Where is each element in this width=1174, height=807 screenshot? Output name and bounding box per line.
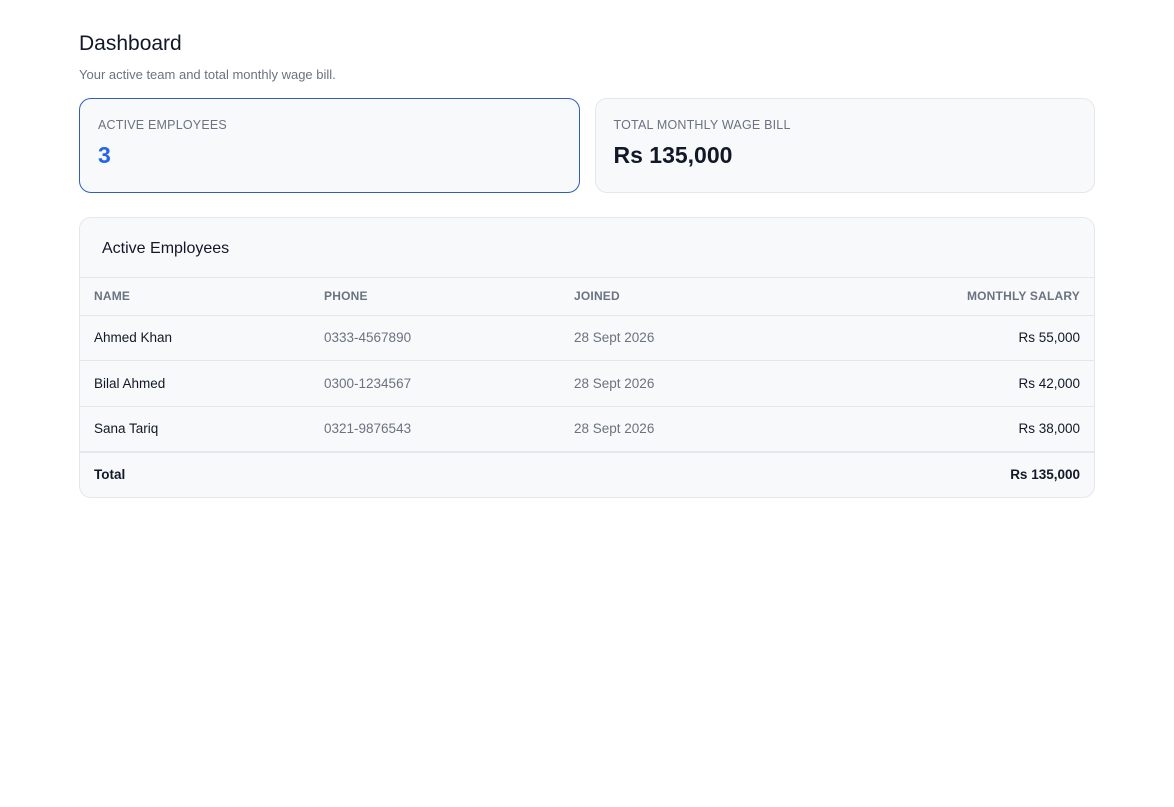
active-employees-value: 3	[98, 142, 111, 168]
table-total-row: Total Rs 135,000	[80, 452, 1094, 497]
employees-table: Name Phone Joined Monthly Salary Ahmed K…	[80, 278, 1094, 497]
cell-salary: Rs 55,000	[810, 315, 1094, 361]
active-employees-label: Active Employees	[98, 118, 227, 132]
table-row[interactable]: Bilal Ahmed 0300-1234567 28 Sept 2026 Rs…	[80, 360, 1094, 407]
cell-name: Sana Tariq	[80, 406, 310, 453]
column-header-name: Name	[80, 278, 310, 316]
total-spacer-joined	[560, 452, 810, 497]
employees-table-card: Active Employees Name Phone Joined Month…	[79, 217, 1095, 498]
cell-joined: 28 Sept 2026	[560, 360, 810, 407]
column-header-monthly-salary: Monthly Salary	[810, 278, 1094, 316]
page-title: Dashboard	[79, 32, 182, 55]
cell-salary: Rs 42,000	[810, 360, 1094, 407]
total-spacer-phone	[310, 452, 560, 497]
employees-table-title: Active Employees	[80, 218, 1094, 278]
column-header-joined: Joined	[560, 278, 810, 316]
page-subtitle: Your active team and total monthly wage …	[79, 67, 336, 82]
wage-bill-card[interactable]: Total Monthly Wage Bill Rs 135,000	[594, 98, 1095, 193]
cell-salary: Rs 38,000	[810, 406, 1094, 453]
cell-name: Ahmed Khan	[80, 315, 310, 361]
cell-name: Bilal Ahmed	[80, 360, 310, 407]
cell-phone: 0333-4567890	[310, 315, 560, 361]
total-value: Rs 135,000	[1010, 467, 1080, 482]
total-label: Total	[94, 467, 126, 482]
cell-joined: 28 Sept 2026	[560, 315, 810, 361]
stats-row: Active Employees 3 Total Monthly Wage Bi…	[79, 98, 1095, 193]
cell-joined: 28 Sept 2026	[560, 406, 810, 453]
wage-bill-label: Total Monthly Wage Bill	[613, 118, 791, 132]
dashboard-page: Dashboard Your active team and total mon…	[79, 31, 1095, 498]
table-row[interactable]: Sana Tariq 0321-9876543 28 Sept 2026 Rs …	[80, 406, 1094, 453]
cell-phone: 0321-9876543	[310, 406, 560, 453]
active-employees-card[interactable]: Active Employees 3	[79, 98, 580, 193]
column-header-phone: Phone	[310, 278, 560, 316]
wage-bill-value: Rs 135,000	[613, 142, 733, 168]
table-header-row: Name Phone Joined Monthly Salary	[80, 278, 1094, 316]
table-row[interactable]: Ahmed Khan 0333-4567890 28 Sept 2026 Rs …	[80, 315, 1094, 361]
cell-phone: 0300-1234567	[310, 360, 560, 407]
